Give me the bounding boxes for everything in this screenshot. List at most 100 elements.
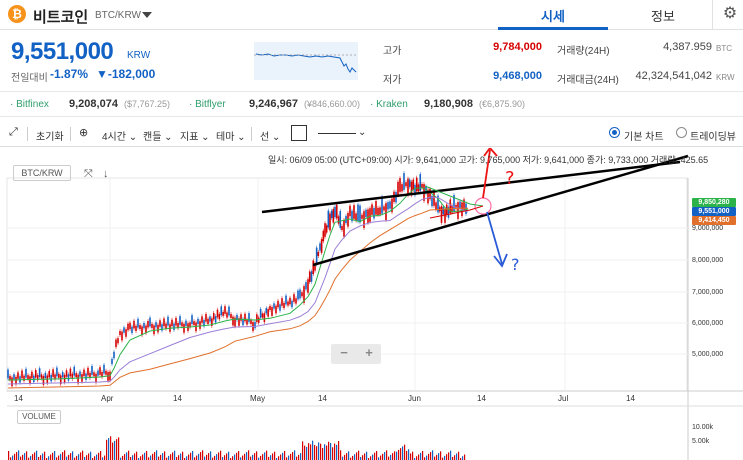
volume-bar: [20, 456, 22, 460]
globe-icon[interactable]: ⊕: [79, 126, 88, 139]
volume-bar: [118, 437, 120, 460]
volume-bar: [432, 450, 434, 460]
volume-bar: [238, 451, 240, 460]
fullscreen-icon[interactable]: ⤧: [84, 168, 93, 181]
exchange-price: 9,246,967: [249, 98, 298, 110]
volume-tag: VOLUME: [17, 410, 61, 424]
volume-bar: [152, 453, 154, 460]
exchange-prices-bar: · Bitfinex 9,208,074 ($7,767.25) · Bitfl…: [0, 93, 743, 117]
candle-body: [183, 323, 185, 333]
volume-bar: [418, 454, 420, 460]
volume-bar: [304, 445, 306, 460]
color-swatch[interactable]: [291, 125, 307, 141]
candle-body: [113, 351, 115, 359]
line-select[interactable]: 선 ⌄: [260, 128, 280, 143]
candle-body: [79, 371, 81, 377]
volume-bar: [228, 451, 230, 460]
coin-name[interactable]: 비트코인: [33, 6, 88, 27]
volume-bar: [406, 450, 408, 460]
indicator-select[interactable]: 지표 ⌄: [180, 128, 210, 143]
volume-bar: [316, 446, 318, 460]
tab-price[interactable]: 시세: [498, 6, 608, 25]
volume-bar: [320, 443, 322, 460]
candle-body: [75, 373, 77, 378]
candle-body: [171, 319, 173, 327]
mini-chart-line: [254, 53, 358, 73]
candle-body: [56, 367, 58, 377]
candle-body: [137, 318, 139, 328]
volume-bar: [82, 450, 84, 460]
candle-body: [91, 366, 93, 375]
volume-bar: [402, 446, 404, 460]
candle-body: [216, 309, 219, 318]
volume-bar: [376, 451, 378, 460]
basic-chart-radio[interactable]: [609, 127, 620, 138]
candle-body: [218, 314, 221, 320]
arrow-down-icon[interactable]: ↓: [103, 168, 109, 180]
chart-canvas[interactable]: ??: [0, 148, 743, 460]
candle-body: [383, 206, 385, 211]
volume-bar: [58, 455, 60, 460]
volume-bar: [146, 451, 148, 460]
candle-body: [7, 369, 9, 379]
candle-body: [324, 223, 326, 237]
zoom-out-button[interactable]: −: [332, 345, 356, 360]
volume-bar: [76, 455, 78, 460]
volume-bar: [314, 444, 316, 460]
candle-body: [375, 201, 377, 215]
candle-body: [259, 308, 262, 318]
volume-bar: [132, 455, 134, 460]
candle-body: [305, 282, 307, 290]
zoom-in-button[interactable]: +: [357, 345, 381, 360]
volume-bar: [242, 455, 244, 460]
reset-button[interactable]: 초기화: [36, 128, 64, 143]
question-mark-up: ?: [505, 168, 515, 189]
volume-bar: [312, 440, 314, 460]
chevron-down-icon[interactable]: [142, 12, 152, 18]
price-chart[interactable]: ?? 일시: 06/09 05:00 (UTC+09:00) 시가: 9,641…: [0, 148, 743, 460]
volume-bar: [214, 455, 216, 460]
volume-bar: [96, 454, 98, 460]
gear-icon[interactable]: ⚙: [720, 4, 740, 24]
volume-bar: [90, 451, 92, 460]
candle-body: [125, 329, 127, 337]
divider: [251, 127, 252, 141]
chevron-down-icon[interactable]: ⌄: [358, 127, 366, 138]
ma-line-long: [7, 207, 469, 389]
volume-bar: [108, 438, 110, 460]
tradingview-label: 트레이딩뷰: [690, 132, 736, 143]
volume-bar: [256, 451, 258, 460]
volume-bar: [54, 451, 56, 460]
volume-bar: [60, 453, 62, 460]
coin-pair[interactable]: BTC/KRW: [95, 10, 141, 21]
ohlc-readout: 일시: 06/09 05:00 (UTC+09:00) 시가: 9,641,00…: [268, 155, 709, 165]
candle-body: [119, 331, 121, 335]
volume-bar: [40, 455, 42, 460]
volume-bar: [358, 450, 360, 460]
volume-bar: [198, 453, 200, 460]
candle-body: [21, 370, 23, 379]
volume-bar: [372, 454, 374, 460]
candle-select[interactable]: 캔들 ⌄: [143, 128, 173, 143]
candle-body: [271, 307, 273, 316]
candle-body: [13, 374, 15, 380]
volume-bar: [216, 454, 218, 460]
volume-bar: [204, 456, 206, 460]
interval-select[interactable]: 4시간 ⌄: [102, 128, 137, 143]
candle-body: [377, 207, 379, 215]
volume-bar: [196, 455, 198, 460]
tradingview-radio[interactable]: [676, 127, 687, 138]
tab-info[interactable]: 정보: [608, 6, 718, 25]
candle-body: [48, 371, 51, 378]
volume-bar: [448, 452, 450, 460]
theme-select[interactable]: 테마 ⌄: [216, 128, 246, 143]
indicator-label: 지표: [180, 132, 199, 143]
candle-body: [58, 373, 60, 378]
volume-bar: [36, 450, 38, 460]
x-axis-label: Apr: [101, 394, 114, 403]
volume-bar: [398, 449, 400, 460]
line-style-selector[interactable]: [318, 133, 356, 134]
ma-price-tag: 9,850,280: [692, 198, 736, 207]
expand-icon[interactable]: ⤢: [9, 126, 18, 139]
x-axis-label: 14: [173, 394, 182, 403]
